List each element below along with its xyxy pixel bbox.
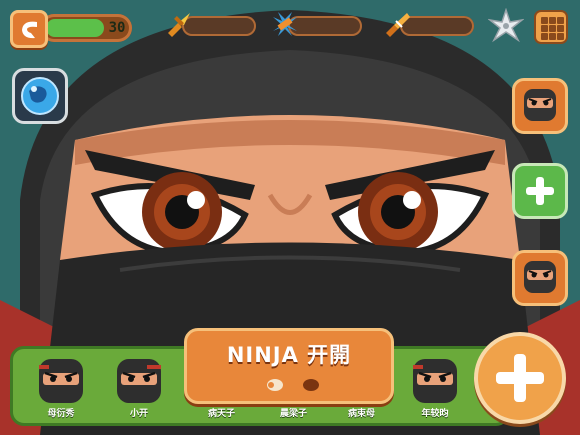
- shuriken-button[interactable]: [487, 7, 525, 44]
- xp-value: 30: [108, 20, 126, 36]
- page-indicator-icon: [267, 379, 319, 391]
- ninja-avatar-button[interactable]: [512, 250, 568, 306]
- ninja-head-icon: [117, 359, 161, 403]
- roster-slot[interactable]: 母衍秀: [29, 355, 93, 423]
- panel-title: NINJA 开開: [226, 343, 352, 367]
- resource-slot-scroll: [382, 13, 476, 39]
- center-label: 晨梁子: [280, 409, 308, 419]
- grid-menu-button[interactable]: [534, 10, 568, 44]
- resource-slot-kunai: [164, 13, 258, 39]
- gold-scroll-icon: [386, 13, 410, 37]
- globe-button[interactable]: [12, 68, 68, 124]
- gold-kunai-icon: [168, 13, 190, 37]
- blue-shuriken-cross-icon: [273, 12, 297, 36]
- ninja-head-icon: [524, 261, 556, 293]
- title-panel[interactable]: NINJA 开開: [184, 328, 394, 404]
- resource-slot-shuriken: [270, 12, 364, 39]
- shuriken-icon: [487, 7, 525, 43]
- xp-bar: 30: [40, 14, 132, 42]
- roster-label: 母衍秀: [47, 409, 75, 419]
- ninja-head-icon: [413, 359, 457, 403]
- roster-slot[interactable]: 小开: [107, 355, 171, 423]
- xp-bar-fill: [46, 19, 104, 37]
- curled-scroll-icon: [22, 21, 37, 39]
- center-label: 病束母: [348, 409, 376, 419]
- ninja-head-icon: [39, 359, 83, 403]
- big-add-button[interactable]: [474, 332, 566, 424]
- globe-icon: [21, 77, 59, 115]
- add-button[interactable]: [512, 163, 568, 219]
- roster-label: 年较昀: [421, 409, 449, 419]
- plus-icon: [496, 354, 544, 402]
- ninja-avatar-button[interactable]: [512, 78, 568, 134]
- plus-icon: [526, 177, 554, 205]
- center-label: 病天子: [208, 409, 236, 419]
- roster-slot[interactable]: 年较昀: [403, 355, 467, 423]
- roster-label: 小开: [129, 409, 148, 419]
- menu-button[interactable]: [10, 10, 48, 48]
- ninja-head-icon: [524, 89, 556, 121]
